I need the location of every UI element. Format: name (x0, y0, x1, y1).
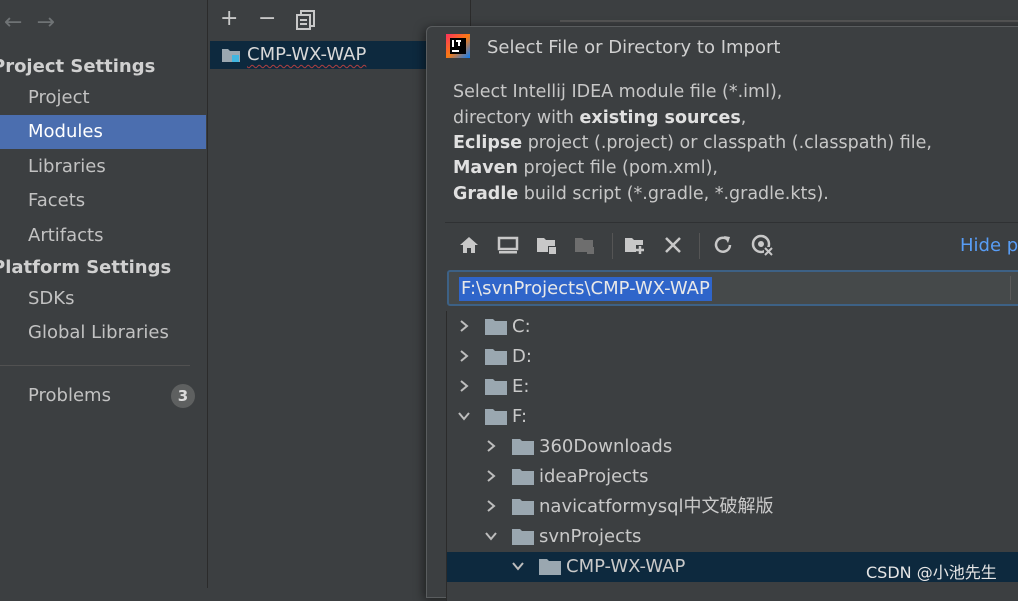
folder-icon (512, 469, 534, 485)
chevron-right-icon[interactable] (484, 439, 498, 453)
chevron-right-icon[interactable] (457, 319, 471, 333)
tree-item-label: 360Downloads (539, 436, 673, 457)
tree-row-e[interactable]: E: (447, 372, 1018, 402)
sidebar-item-global-libraries[interactable]: Global Libraries (0, 316, 206, 350)
sidebar-item-facets[interactable]: Facets (0, 184, 206, 218)
problems-count-badge: 3 (171, 384, 195, 408)
sidebar-divider (0, 365, 190, 366)
copy-icon[interactable] (296, 10, 316, 30)
chevron-down-icon[interactable] (484, 529, 498, 543)
module-folder-icon[interactable] (573, 233, 597, 257)
tree-item-label: ideaProjects (539, 466, 649, 487)
sidebar-item-modules[interactable]: Modules (0, 115, 206, 149)
path-input[interactable]: F:\svnProjects\CMP-WX-WAP (447, 270, 1018, 306)
background-field (560, 20, 1018, 22)
folder-icon (512, 499, 534, 515)
tree-item-label: F: (512, 406, 528, 427)
sidebar-item-project[interactable]: Project (0, 81, 206, 115)
delete-icon[interactable] (661, 233, 685, 257)
folder-icon (485, 319, 507, 335)
dialog-divider (445, 222, 1018, 223)
back-arrow-icon[interactable]: ← (4, 10, 36, 35)
description-line-5: Gradle build script (*.gradle, *.gradle.… (453, 184, 829, 204)
chevron-right-icon[interactable] (457, 349, 471, 363)
folder-icon (485, 379, 507, 395)
section-platform-settings: Platform Settings (0, 257, 172, 278)
module-folder-icon (222, 49, 240, 62)
tree-item-label: svnProjects (539, 526, 642, 547)
tree-item-label: navicatformysql中文破解版 (539, 496, 774, 517)
tree-item-label: CMP-WX-WAP (566, 556, 686, 577)
folder-icon (485, 349, 507, 365)
folder-icon (512, 529, 534, 545)
description-line-3: Eclipse project (.project) or classpath … (453, 133, 932, 153)
path-history-dropdown[interactable] (1010, 276, 1018, 300)
description-line-1: Select Intellij IDEA module file (*.iml)… (453, 82, 783, 102)
nav-arrows: ←→ (4, 10, 69, 35)
project-folder-icon[interactable] (535, 233, 559, 257)
tree-row-navicat[interactable]: navicatformysql中文破解版 (447, 492, 1018, 522)
folder-icon (512, 439, 534, 455)
refresh-icon[interactable] (711, 233, 735, 257)
file-tree: C: D: E: F: 360Downloads ideaProjects na… (446, 311, 1018, 601)
chevron-right-icon[interactable] (484, 499, 498, 513)
home-icon[interactable] (457, 233, 481, 257)
path-input-value: F:\svnProjects\CMP-WX-WAP (459, 277, 712, 301)
tree-row-ideaprojects[interactable]: ideaProjects (447, 462, 1018, 492)
tree-row-svnprojects[interactable]: svnProjects (447, 522, 1018, 552)
chevron-down-icon[interactable] (511, 559, 525, 573)
remove-module-button[interactable]: − (258, 6, 276, 31)
tree-row-d[interactable]: D: (447, 342, 1018, 372)
tree-row-c[interactable]: C: (447, 312, 1018, 342)
dialog-title: Select File or Directory to Import (487, 37, 781, 58)
problems-label: Problems (28, 385, 111, 406)
sidebar-item-sdks[interactable]: SDKs (0, 282, 206, 316)
tree-row-f[interactable]: F: (447, 402, 1018, 432)
folder-icon (539, 559, 561, 575)
add-module-button[interactable]: + (220, 6, 238, 31)
desktop-icon[interactable] (496, 233, 520, 257)
toolbar-separator (612, 233, 613, 259)
chevron-right-icon[interactable] (484, 469, 498, 483)
show-hidden-icon[interactable] (750, 233, 774, 257)
sidebar-item-artifacts[interactable]: Artifacts (0, 219, 206, 253)
intellij-logo-icon (446, 34, 470, 58)
description-line-4: Maven project file (pom.xml), (453, 158, 718, 178)
folder-icon (485, 409, 507, 425)
tree-item-label: E: (512, 376, 530, 397)
tree-item-label: D: (512, 346, 532, 367)
toolbar-separator (699, 233, 700, 259)
settings-sidebar: ←→ Project Settings Project Modules Libr… (0, 0, 206, 588)
chevron-down-icon[interactable] (457, 409, 471, 423)
csdn-watermark: CSDN @小池先生 (866, 563, 997, 582)
description-line-2: directory with existing sources, (453, 108, 747, 128)
chevron-right-icon[interactable] (457, 379, 471, 393)
hide-path-link[interactable]: Hide p (960, 235, 1018, 256)
tree-item-label: C: (512, 316, 531, 337)
tree-row-360downloads[interactable]: 360Downloads (447, 432, 1018, 462)
sidebar-item-libraries[interactable]: Libraries (0, 150, 206, 184)
forward-arrow-icon[interactable]: → (36, 10, 68, 35)
new-folder-icon[interactable] (623, 233, 647, 257)
section-project-settings: Project Settings (0, 56, 156, 77)
import-dialog: Select File or Directory to Import Selec… (426, 26, 1018, 601)
module-name: CMP-WX-WAP (247, 44, 367, 65)
